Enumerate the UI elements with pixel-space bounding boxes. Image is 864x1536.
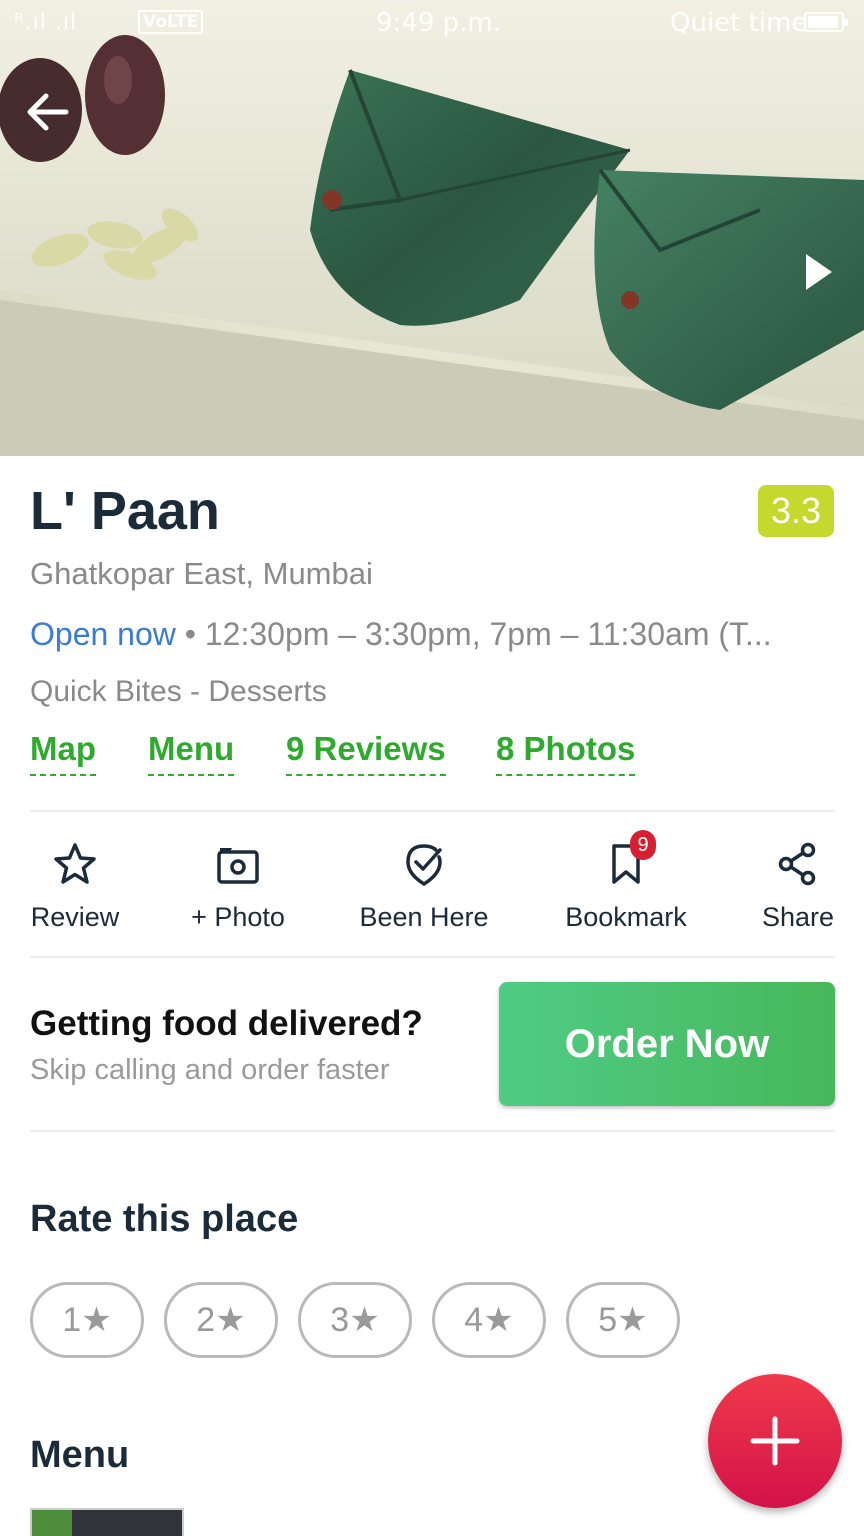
add-photo-label: + Photo	[191, 902, 285, 932]
status-time: 9:49 p.m.	[376, 8, 502, 38]
order-now-button[interactable]: Order Now	[499, 982, 835, 1106]
check-badge-icon	[406, 844, 442, 887]
menu-section-title: Menu	[30, 1434, 130, 1476]
been-here-action[interactable]: Been Here	[356, 840, 492, 933]
photos-link[interactable]: 8 Photos	[496, 730, 636, 776]
rate-2-button[interactable]: 2★	[164, 1282, 278, 1358]
divider	[30, 956, 835, 958]
review-label: Review	[30, 902, 120, 932]
add-photo-action[interactable]: + Photo	[186, 840, 290, 933]
timing-hours: • 12:30pm – 3:30pm, 7pm – 11:30am (T...	[175, 616, 772, 652]
been-here-label: Been Here	[359, 902, 489, 932]
cuisines: Quick Bites - Desserts	[30, 675, 327, 708]
open-status: Open now	[30, 616, 176, 652]
play-right-icon	[806, 254, 832, 290]
rate-1-button[interactable]: 1★	[30, 1282, 144, 1358]
menu-thumbnail[interactable]	[30, 1508, 184, 1536]
add-fab-button[interactable]	[708, 1374, 842, 1508]
divider	[30, 1130, 835, 1132]
camera-icon	[217, 848, 259, 884]
rate-4-button[interactable]: 4★	[432, 1282, 546, 1358]
share-action[interactable]: Share	[758, 840, 838, 933]
bookmark-action[interactable]: 9 Bookmark	[558, 830, 694, 933]
bookmark-count-badge: 9	[630, 830, 656, 860]
hero-photo-paan	[0, 0, 864, 456]
rating-badge[interactable]: 3.3	[758, 485, 834, 537]
divider	[30, 810, 835, 812]
restaurant-locality: Ghatkopar East, Mumbai	[30, 556, 373, 591]
status-bar: ᴿ.ıl .ıl VoLTE 9:49 p.m. Quiet time	[0, 0, 864, 46]
rate-section-title: Rate this place	[30, 1198, 299, 1240]
next-photo-button[interactable]	[796, 250, 840, 294]
rate-3-button[interactable]: 3★	[298, 1282, 412, 1358]
back-button[interactable]	[22, 84, 78, 140]
restaurant-name: L' Paan	[30, 481, 220, 541]
battery-icon	[804, 12, 848, 32]
map-link[interactable]: Map	[30, 730, 96, 776]
quiet-time-label: Quiet time	[670, 8, 808, 38]
rate-5-button[interactable]: 5★	[566, 1282, 680, 1358]
menu-link[interactable]: Menu	[148, 730, 235, 776]
hero-image[interactable]: ᴿ.ıl .ıl VoLTE 9:49 p.m. Quiet time	[0, 0, 864, 456]
bookmark-label: Bookmark	[565, 902, 687, 932]
signal-icon: ᴿ.ıl .ıl	[14, 10, 78, 35]
plus-icon	[750, 1416, 800, 1466]
delivery-subtitle: Skip calling and order faster	[30, 1054, 390, 1086]
star-outline-icon	[54, 843, 96, 884]
share-label: Share	[761, 902, 835, 932]
arrow-left-icon	[27, 93, 69, 131]
review-action[interactable]: Review	[30, 840, 120, 933]
timing-row[interactable]: Open now • 12:30pm – 3:30pm, 7pm – 11:30…	[30, 616, 772, 653]
delivery-title: Getting food delivered?	[30, 1004, 423, 1043]
share-icon	[778, 842, 816, 886]
reviews-link[interactable]: 9 Reviews	[286, 730, 446, 776]
volte-badge: VoLTE	[138, 10, 204, 34]
